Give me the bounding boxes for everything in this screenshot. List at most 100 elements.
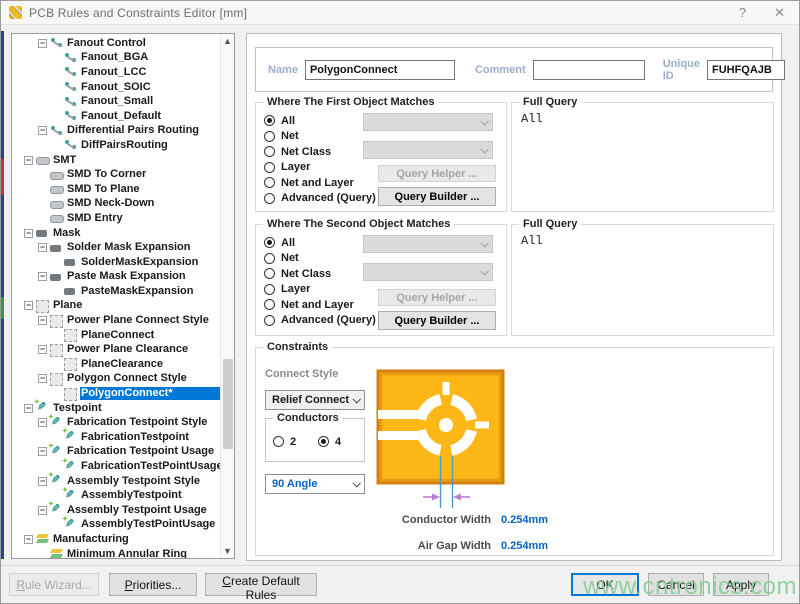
conductor-width-value[interactable]: 0.254mm	[501, 514, 548, 526]
tree-item[interactable]: −Fanout Control	[12, 36, 220, 51]
apply-button[interactable]: Apply	[713, 573, 769, 596]
tree-item[interactable]: −SMT	[12, 153, 220, 168]
cancel-button[interactable]: Cancel	[648, 573, 704, 596]
second-match-option-net-class[interactable]: Net Class	[264, 266, 331, 281]
radio-icon[interactable]	[264, 268, 275, 279]
expand-toggle-icon[interactable]: −	[38, 126, 47, 135]
close-icon[interactable]: ✕	[774, 5, 785, 21]
tree-item[interactable]: −Differential Pairs Routing	[12, 124, 220, 139]
expand-toggle-icon[interactable]: −	[38, 39, 47, 48]
tree-item[interactable]: −Assembly Testpoint Style	[12, 474, 220, 489]
tree-item[interactable]: −Mask	[12, 226, 220, 241]
angle-dropdown[interactable]: 90 Angle	[265, 474, 365, 494]
connect-style-dropdown[interactable]: Relief Connect	[265, 390, 365, 410]
tree-item[interactable]: SMD Entry	[12, 211, 220, 226]
tree-item[interactable]: −Paste Mask Expansion	[12, 270, 220, 285]
first-match-option-net-and-layer[interactable]: Net and Layer	[264, 175, 354, 190]
radio-icon[interactable]	[318, 436, 329, 447]
tree-item[interactable]: SMD Neck-Down	[12, 197, 220, 212]
second-match-option-advanced[interactable]: Advanced (Query)	[264, 313, 376, 328]
first-match-option-advanced[interactable]: Advanced (Query)	[264, 191, 376, 206]
tree-item[interactable]: Minimum Annular Ring	[12, 547, 220, 558]
radio-icon[interactable]	[264, 253, 275, 264]
radio-icon[interactable]	[264, 299, 275, 310]
tree-item[interactable]: FabricationTestpoint	[12, 430, 220, 445]
second-match-option-net-and-layer[interactable]: Net and Layer	[264, 297, 354, 312]
radio-icon[interactable]	[264, 237, 275, 248]
scroll-down-icon[interactable]: ▼	[221, 544, 234, 558]
first-match-option-net[interactable]: Net	[264, 129, 299, 144]
tree-item[interactable]: −Assembly Testpoint Usage	[12, 503, 220, 518]
radio-icon[interactable]	[273, 436, 284, 447]
unique-id-input[interactable]	[707, 60, 785, 80]
tree-item[interactable]: PlaneConnect	[12, 328, 220, 343]
expand-toggle-icon[interactable]: −	[38, 243, 47, 252]
first-match-option-layer[interactable]: Layer	[264, 160, 310, 175]
expand-toggle-icon[interactable]: −	[38, 506, 47, 515]
expand-toggle-icon[interactable]: −	[24, 301, 33, 310]
second-match-option-net[interactable]: Net	[264, 251, 299, 266]
expand-toggle-icon[interactable]: −	[24, 156, 33, 165]
tree-item[interactable]: −Plane	[12, 299, 220, 314]
tree-item[interactable]: AssemblyTestPointUsage	[12, 518, 220, 533]
expand-toggle-icon[interactable]: −	[38, 374, 47, 383]
tree-item[interactable]: Fanout_LCC	[12, 65, 220, 80]
expand-toggle-icon[interactable]: −	[24, 229, 33, 238]
create-default-rules-button[interactable]: Create Default Rules	[205, 573, 317, 596]
conductors-option-4[interactable]: 4	[318, 434, 341, 449]
expand-toggle-icon[interactable]: −	[38, 316, 47, 325]
tree-item[interactable]: −Power Plane Connect Style	[12, 313, 220, 328]
tree-item[interactable]: SolderMaskExpansion	[12, 255, 220, 270]
expand-toggle-icon[interactable]: −	[38, 272, 47, 281]
radio-icon[interactable]	[264, 146, 275, 157]
radio-icon[interactable]	[264, 284, 275, 295]
tree-item[interactable]: −Power Plane Clearance	[12, 342, 220, 357]
tree-scrollbar[interactable]: ▲ ▼	[220, 34, 234, 558]
comment-input[interactable]	[533, 60, 645, 80]
scroll-thumb[interactable]	[223, 359, 233, 449]
radio-icon[interactable]	[264, 315, 275, 326]
conductors-option-2[interactable]: 2	[273, 434, 296, 449]
priorities-button[interactable]: Priorities...	[109, 573, 197, 596]
air-gap-width-value[interactable]: 0.254mm	[501, 540, 548, 552]
tree-item[interactable]: SMD To Plane	[12, 182, 220, 197]
tree-item[interactable]: Fanout_Small	[12, 94, 220, 109]
tree-item[interactable]: FabricationTestPointUsage	[12, 459, 220, 474]
tree-item[interactable]: −Polygon Connect Style	[12, 372, 220, 387]
ok-button[interactable]: OK	[571, 573, 639, 596]
radio-icon[interactable]	[264, 162, 275, 173]
tree-item[interactable]: Fanout_SOIC	[12, 80, 220, 95]
second-match-option-layer[interactable]: Layer	[264, 282, 310, 297]
expand-toggle-icon[interactable]: −	[38, 447, 47, 456]
tree-item[interactable]: −Fabrication Testpoint Usage	[12, 445, 220, 460]
name-input[interactable]	[305, 60, 455, 80]
tree-item[interactable]: −Fabrication Testpoint Style	[12, 415, 220, 430]
radio-icon[interactable]	[264, 131, 275, 142]
help-icon[interactable]: ?	[739, 5, 746, 21]
expand-toggle-icon[interactable]: −	[24, 535, 33, 544]
tree-item[interactable]: PolygonConnect*	[12, 386, 220, 401]
tree-item[interactable]: Fanout_BGA	[12, 51, 220, 66]
expand-toggle-icon[interactable]: −	[38, 345, 47, 354]
radio-icon[interactable]	[264, 177, 275, 188]
tree-item[interactable]: DiffPairsRouting	[12, 138, 220, 153]
first-match-option-net-class[interactable]: Net Class	[264, 144, 331, 159]
tree-item[interactable]: Fanout_Default	[12, 109, 220, 124]
expand-toggle-icon[interactable]: −	[38, 477, 47, 486]
second-match-option-all[interactable]: All	[264, 235, 295, 250]
expand-toggle-icon[interactable]: −	[38, 418, 47, 427]
tree-item[interactable]: −Solder Mask Expansion	[12, 240, 220, 255]
first-match-option-all[interactable]: All	[264, 113, 295, 128]
radio-icon[interactable]	[264, 115, 275, 126]
radio-icon[interactable]	[264, 193, 275, 204]
tree-item[interactable]: −Testpoint	[12, 401, 220, 416]
tree-item[interactable]: SMD To Corner	[12, 167, 220, 182]
scroll-up-icon[interactable]: ▲	[221, 34, 234, 48]
first-query-builder-button[interactable]: Query Builder ...	[378, 187, 496, 206]
expand-toggle-icon[interactable]: −	[24, 404, 33, 413]
second-query-builder-button[interactable]: Query Builder ...	[378, 311, 496, 330]
tree-item[interactable]: AssemblyTestpoint	[12, 488, 220, 503]
tree-item[interactable]: PlaneClearance	[12, 357, 220, 372]
tree-item[interactable]: PasteMaskExpansion	[12, 284, 220, 299]
tree-item[interactable]: −Manufacturing	[12, 532, 220, 547]
